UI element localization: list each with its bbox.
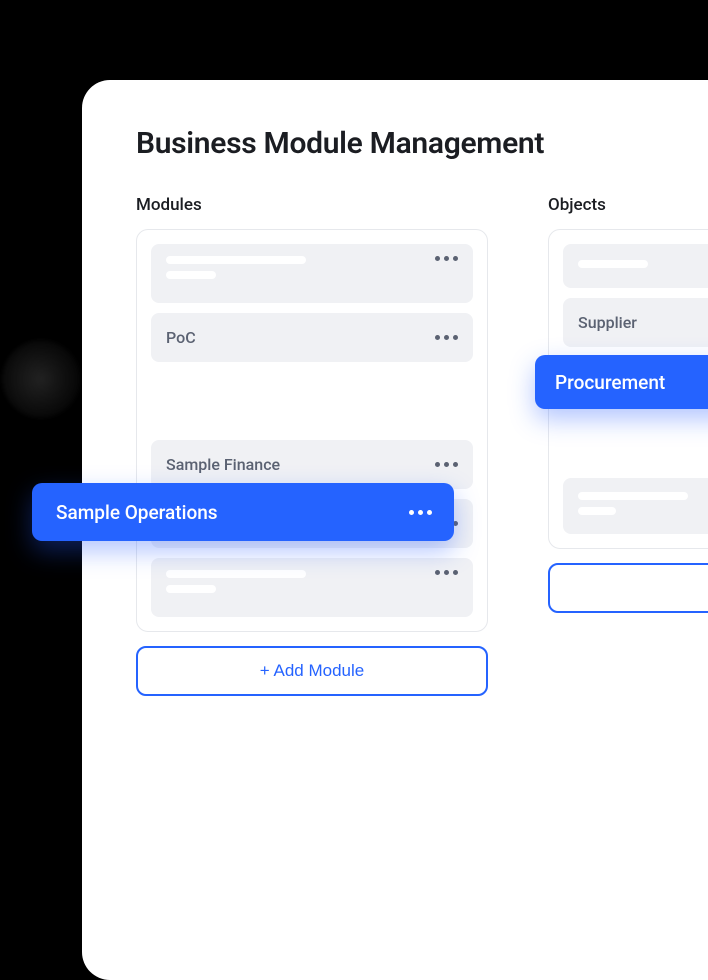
module-item-placeholder[interactable] [151,244,473,303]
more-icon[interactable] [435,462,458,467]
objects-column: Objects Supplier Warehouse [548,195,708,696]
skeleton-line [578,260,648,268]
object-item-supplier[interactable]: Supplier [563,298,708,347]
object-item-placeholder[interactable] [563,478,708,534]
more-icon[interactable] [435,570,458,575]
objects-heading: Objects [548,195,708,215]
more-icon[interactable] [409,510,432,515]
more-icon[interactable] [435,256,458,261]
module-item-finance[interactable]: Sample Finance [151,440,473,489]
add-object-button[interactable] [548,563,708,613]
skeleton-line [166,585,216,593]
modules-heading: Modules [136,195,488,215]
module-item-placeholder[interactable] [151,558,473,617]
object-label: Supplier [578,313,708,332]
module-item-poc[interactable]: PoC [151,313,473,362]
columns: Modules PoC Sample Finance [136,195,708,696]
add-module-button[interactable]: + Add Module [136,646,488,696]
skeleton-line [166,256,306,264]
module-label: Sample Operations [56,501,409,524]
selected-spacer [563,416,708,468]
management-card: Business Module Management Modules PoC [82,80,708,980]
module-label: Sample Finance [166,455,435,474]
skeleton [166,570,306,593]
object-item-placeholder[interactable] [563,244,708,288]
object-item-procurement-selected[interactable]: Procurement [535,355,708,409]
skeleton-line [166,271,216,279]
decorative-circle [2,340,80,418]
module-item-operations-selected[interactable]: Sample Operations [32,483,454,541]
module-label: PoC [166,328,435,347]
skeleton [578,492,688,515]
modules-panel: PoC Sample Finance Sample Marketing [136,229,488,632]
page-title: Business Module Management [136,126,708,161]
more-icon[interactable] [435,335,458,340]
skeleton-line [578,507,616,515]
modules-column: Modules PoC Sample Finance [136,195,488,696]
selected-spacer [151,372,473,430]
skeleton [166,256,306,279]
skeleton-line [166,570,306,578]
objects-panel: Supplier Warehouse Procurement [548,229,708,549]
skeleton [578,260,648,268]
object-label: Procurement [555,371,708,394]
skeleton-line [578,492,688,500]
